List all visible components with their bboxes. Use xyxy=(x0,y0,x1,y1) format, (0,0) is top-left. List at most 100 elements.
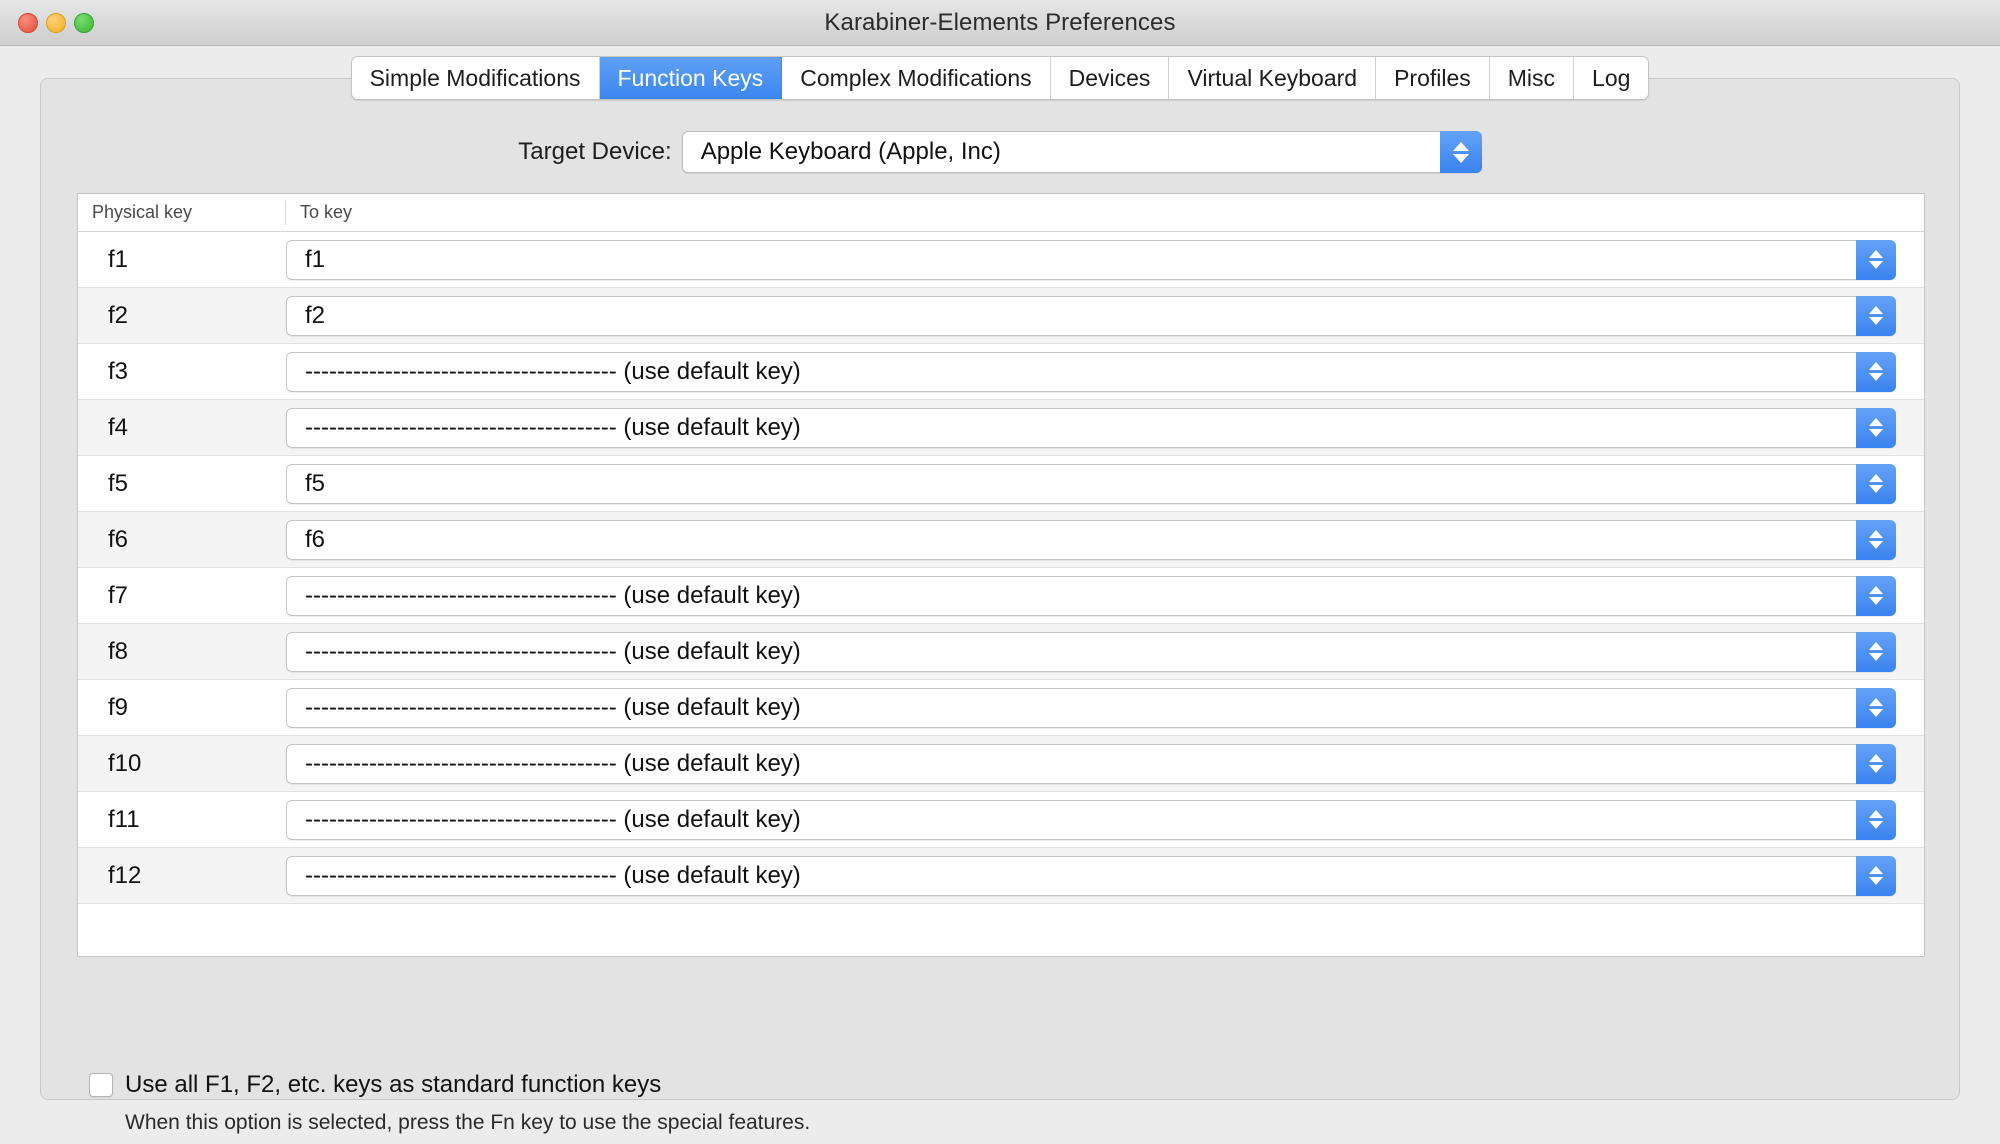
table-header-row: Physical key To key xyxy=(78,194,1924,232)
close-button[interactable] xyxy=(18,13,38,33)
chevron-down-icon xyxy=(1869,261,1883,269)
standard-function-keys-checkbox[interactable] xyxy=(89,1073,113,1097)
table-row: f11-------------------------------------… xyxy=(78,792,1924,848)
to-key-select[interactable]: f6 xyxy=(286,520,1896,560)
to-key-select[interactable]: --------------------------------------- … xyxy=(286,744,1896,784)
chevron-down-icon xyxy=(1869,765,1883,773)
to-key-select[interactable]: f2 xyxy=(286,296,1896,336)
tab-simple-modifications[interactable]: Simple Modifications xyxy=(352,57,600,99)
to-key-stepper-icon[interactable] xyxy=(1856,576,1896,616)
tab-log[interactable]: Log xyxy=(1574,57,1648,99)
chevron-down-icon xyxy=(1869,429,1883,437)
to-key-value: --------------------------------------- … xyxy=(287,862,801,890)
content-panel: Target Device: Apple Keyboard (Apple, In… xyxy=(40,78,1960,1100)
standard-function-keys-row[interactable]: Use all F1, F2, etc. keys as standard fu… xyxy=(89,1071,810,1099)
to-key-stepper-icon[interactable] xyxy=(1856,632,1896,672)
to-key-cell: --------------------------------------- … xyxy=(286,688,1924,728)
to-key-cell: f1 xyxy=(286,240,1924,280)
to-key-cell: --------------------------------------- … xyxy=(286,632,1924,672)
physical-key-cell: f10 xyxy=(78,750,286,778)
physical-key-cell: f7 xyxy=(78,582,286,610)
to-key-select[interactable]: --------------------------------------- … xyxy=(286,352,1896,392)
zoom-button[interactable] xyxy=(74,13,94,33)
tab-profiles[interactable]: Profiles xyxy=(1376,57,1490,99)
table-row: f7--------------------------------------… xyxy=(78,568,1924,624)
to-key-stepper-icon[interactable] xyxy=(1856,800,1896,840)
to-key-value: --------------------------------------- … xyxy=(287,414,801,442)
to-key-stepper-icon[interactable] xyxy=(1856,856,1896,896)
to-key-cell: --------------------------------------- … xyxy=(286,576,1924,616)
standard-function-keys-option: Use all F1, F2, etc. keys as standard fu… xyxy=(89,1071,810,1135)
minimize-button[interactable] xyxy=(46,13,66,33)
to-key-stepper-icon[interactable] xyxy=(1856,520,1896,560)
physical-key-cell: f12 xyxy=(78,862,286,890)
table-body: f1f1f2f2f3------------------------------… xyxy=(78,232,1924,904)
to-key-stepper-icon[interactable] xyxy=(1856,352,1896,392)
tab-devices[interactable]: Devices xyxy=(1051,57,1170,99)
to-key-select[interactable]: f1 xyxy=(286,240,1896,280)
to-key-cell: f2 xyxy=(286,296,1924,336)
to-key-value: --------------------------------------- … xyxy=(287,694,801,722)
to-key-cell: f5 xyxy=(286,464,1924,504)
to-key-select[interactable]: --------------------------------------- … xyxy=(286,408,1896,448)
table-row: f1f1 xyxy=(78,232,1924,288)
to-key-value: f5 xyxy=(287,470,325,498)
physical-key-cell: f4 xyxy=(78,414,286,442)
to-key-stepper-icon[interactable] xyxy=(1856,240,1896,280)
target-device-value: Apple Keyboard (Apple, Inc) xyxy=(683,138,1001,166)
target-device-stepper-icon[interactable] xyxy=(1440,131,1482,173)
to-key-stepper-icon[interactable] xyxy=(1856,688,1896,728)
tab-function-keys[interactable]: Function Keys xyxy=(600,57,783,99)
table-row: f12-------------------------------------… xyxy=(78,848,1924,904)
chevron-up-icon xyxy=(1869,306,1883,314)
function-keys-table: Physical key To key f1f1f2f2f3----------… xyxy=(77,193,1925,957)
column-header-physical-key: Physical key xyxy=(78,201,286,225)
column-header-to-key: To key xyxy=(286,201,1924,225)
chevron-down-icon xyxy=(1869,877,1883,885)
to-key-select[interactable]: f5 xyxy=(286,464,1896,504)
target-device-label: Target Device: xyxy=(518,138,671,166)
to-key-stepper-icon[interactable] xyxy=(1856,464,1896,504)
tab-virtual-keyboard[interactable]: Virtual Keyboard xyxy=(1169,57,1376,99)
tab-bar: Simple ModificationsFunction KeysComplex… xyxy=(351,56,1650,100)
target-device-select[interactable]: Apple Keyboard (Apple, Inc) xyxy=(682,131,1482,173)
table-row: f8--------------------------------------… xyxy=(78,624,1924,680)
chevron-up-icon xyxy=(1869,866,1883,874)
chevron-up-icon xyxy=(1869,586,1883,594)
to-key-cell: --------------------------------------- … xyxy=(286,352,1924,392)
to-key-value: f1 xyxy=(287,246,325,274)
chevron-up-icon xyxy=(1869,810,1883,818)
to-key-select[interactable]: --------------------------------------- … xyxy=(286,576,1896,616)
to-key-value: --------------------------------------- … xyxy=(287,806,801,834)
to-key-stepper-icon[interactable] xyxy=(1856,296,1896,336)
chevron-down-icon xyxy=(1869,821,1883,829)
chevron-up-icon xyxy=(1869,754,1883,762)
table-row: f6f6 xyxy=(78,512,1924,568)
physical-key-cell: f8 xyxy=(78,638,286,666)
chevron-up-icon xyxy=(1869,250,1883,258)
chevron-down-icon xyxy=(1869,373,1883,381)
table-footer-spacer xyxy=(78,904,1924,956)
chevron-down-icon xyxy=(1869,597,1883,605)
chevron-down-icon xyxy=(1453,154,1469,163)
to-key-select[interactable]: --------------------------------------- … xyxy=(286,800,1896,840)
to-key-select[interactable]: --------------------------------------- … xyxy=(286,688,1896,728)
chevron-down-icon xyxy=(1869,541,1883,549)
tab-misc[interactable]: Misc xyxy=(1490,57,1574,99)
chevron-down-icon xyxy=(1869,653,1883,661)
physical-key-cell: f1 xyxy=(78,246,286,274)
chevron-up-icon xyxy=(1869,474,1883,482)
to-key-stepper-icon[interactable] xyxy=(1856,744,1896,784)
to-key-select[interactable]: --------------------------------------- … xyxy=(286,856,1896,896)
to-key-value: --------------------------------------- … xyxy=(287,750,801,778)
table-row: f3--------------------------------------… xyxy=(78,344,1924,400)
physical-key-cell: f9 xyxy=(78,694,286,722)
to-key-select[interactable]: --------------------------------------- … xyxy=(286,632,1896,672)
chevron-up-icon xyxy=(1869,698,1883,706)
tab-complex-modifications[interactable]: Complex Modifications xyxy=(782,57,1050,99)
table-row: f10-------------------------------------… xyxy=(78,736,1924,792)
table-row: f9--------------------------------------… xyxy=(78,680,1924,736)
physical-key-cell: f5 xyxy=(78,470,286,498)
table-row: f4--------------------------------------… xyxy=(78,400,1924,456)
to-key-stepper-icon[interactable] xyxy=(1856,408,1896,448)
